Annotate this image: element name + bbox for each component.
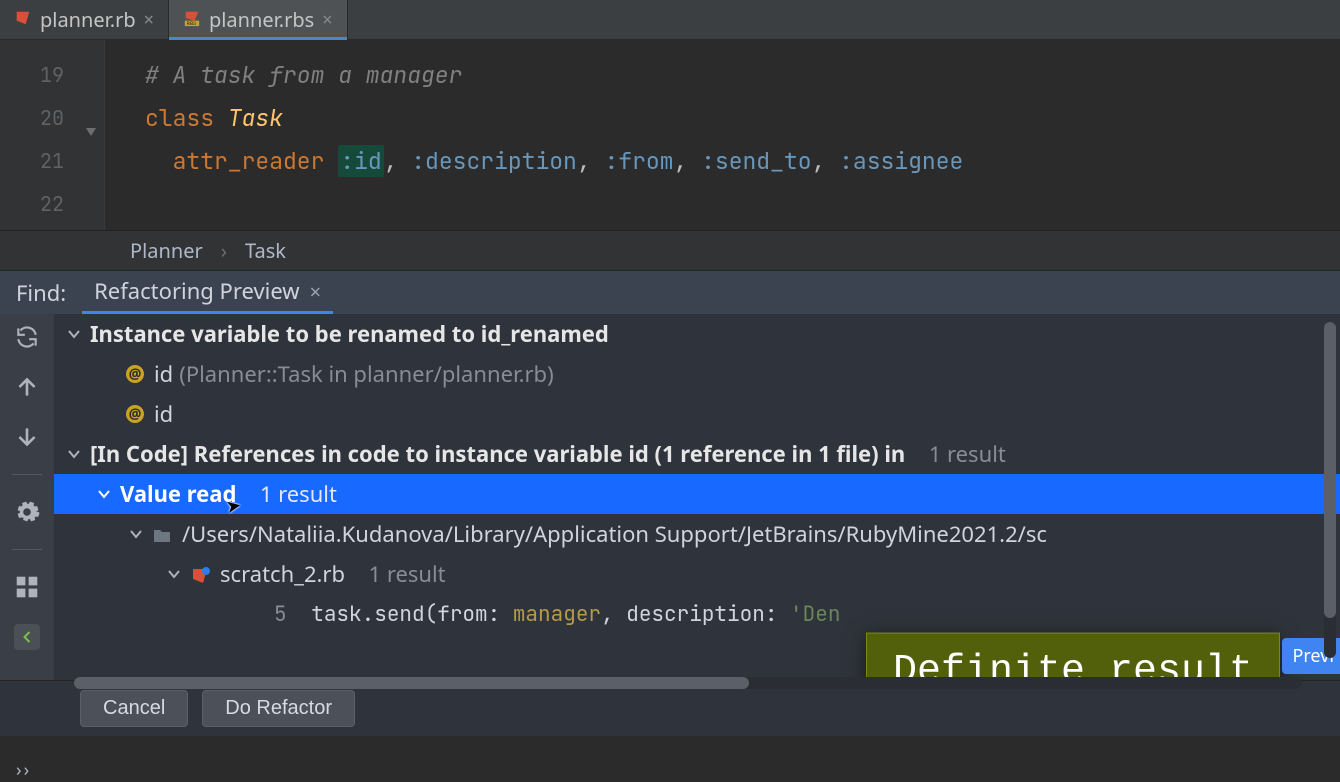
separator (12, 474, 42, 475)
vertical-scrollbar[interactable] (1324, 322, 1336, 658)
svg-text:RBS: RBS (187, 21, 197, 27)
tree-item-value-read[interactable]: Value read 1 result (54, 474, 1340, 514)
heading-text: Instance variable to be renamed to id_re… (90, 319, 609, 349)
at-icon: @ (126, 365, 144, 383)
gutter: 19 20 21 22 (0, 40, 105, 230)
variable-name: id (154, 359, 173, 389)
breadcrumb: Planner › Task (0, 230, 1340, 270)
cancel-button[interactable]: Cancel (80, 690, 188, 727)
fold-icon[interactable] (84, 112, 98, 126)
chevron-down-icon[interactable] (94, 487, 114, 501)
usage-code: task.send(from: manager, description: 'D… (311, 601, 840, 628)
section-text: [In Code] References in code to instance… (90, 439, 905, 469)
usage-tree[interactable]: Instance variable to be renamed to id_re… (54, 314, 1340, 680)
find-tab-refactoring-preview[interactable]: Refactoring Preview × (82, 271, 333, 314)
close-icon[interactable]: × (322, 8, 332, 32)
usage-line-number: 5 (274, 601, 287, 628)
ruby-file-icon (190, 559, 214, 589)
rbs-file-icon: RBS (183, 6, 201, 33)
chevron-down-icon[interactable] (126, 527, 146, 541)
code-keyword: class (145, 103, 214, 133)
scrollbar-thumb[interactable] (1324, 322, 1336, 618)
refresh-icon[interactable] (14, 324, 40, 350)
horizontal-scrollbar[interactable] (74, 677, 1302, 689)
editor-tabs: planner.rb × RBS planner.rbs × (0, 0, 1340, 40)
tab-planner-rb[interactable]: planner.rb × (0, 0, 169, 39)
chevron-down-icon[interactable] (64, 327, 84, 341)
find-tab-label: Refactoring Preview (94, 276, 299, 306)
value-read-label: Value read (120, 479, 236, 509)
do-refactor-button[interactable]: Do Refactor (202, 690, 355, 727)
separator (12, 549, 42, 550)
variable-name: id (154, 399, 173, 429)
code-comment: # A task from a manager (145, 60, 462, 90)
tree-item-usage[interactable]: 5 task.send(from: manager, description: … (54, 594, 1340, 634)
code-keyword: attr_reader (173, 146, 325, 176)
line-number: 22 (0, 183, 104, 226)
breadcrumb-item[interactable]: Task (245, 237, 286, 264)
folder-icon (152, 519, 176, 549)
panel-footer: Cancel Do Refactor (0, 680, 1340, 736)
tree-heading[interactable]: Instance variable to be renamed to id_re… (54, 314, 1340, 354)
tab-label: planner.rbs (209, 6, 314, 33)
tree-item-variable[interactable]: @ id (54, 394, 1340, 434)
scrollbar-thumb[interactable] (74, 677, 749, 689)
close-icon[interactable]: × (144, 8, 154, 32)
find-label: Find: (0, 278, 82, 308)
tooltip-definite-result: Definite result (866, 633, 1280, 680)
ruby-file-icon (14, 6, 32, 33)
chevron-right-icon: › (221, 237, 227, 264)
arrow-down-icon[interactable] (14, 424, 40, 450)
tree-item-file[interactable]: scratch_2.rb 1 result (54, 554, 1340, 594)
panel-toolbar: ›› (0, 314, 54, 680)
back-icon[interactable] (14, 624, 40, 650)
refactoring-preview-panel: ›› Instance variable to be renamed to id… (0, 314, 1340, 680)
code-classname: Task (228, 103, 283, 133)
file-count: 1 result (369, 559, 446, 589)
code-editor[interactable]: 19 20 21 22 # A task from a manager clas… (0, 40, 1340, 230)
chevron-down-icon[interactable] (64, 447, 84, 461)
variable-detail: (Planner::Task in planner/planner.rb) (179, 359, 553, 389)
value-read-count: 1 result (260, 479, 337, 509)
tree-item-folder[interactable]: /Users/Nataliia.Kudanova/Library/Applica… (54, 514, 1340, 554)
line-number: 21 (0, 140, 104, 183)
tree-section-references[interactable]: [In Code] References in code to instance… (54, 434, 1340, 474)
tree-item-variable[interactable]: @ id (Planner::Task in planner/planner.r… (54, 354, 1340, 394)
tab-planner-rbs[interactable]: RBS planner.rbs × (169, 0, 348, 39)
tab-label: planner.rb (40, 6, 136, 33)
code-area[interactable]: # A task from a manager class Task attr_… (105, 40, 963, 230)
code-symbol-highlight: :id (338, 145, 383, 177)
layout-icon[interactable] (14, 574, 40, 600)
section-count: 1 result (929, 439, 1006, 469)
find-panel-header: Find: Refactoring Preview × (0, 270, 1340, 314)
line-number: 19 (0, 54, 104, 97)
overflow-icon[interactable]: ›› (16, 758, 31, 782)
gear-icon[interactable] (14, 499, 40, 525)
at-icon: @ (126, 405, 144, 423)
breadcrumb-item[interactable]: Planner (130, 237, 203, 264)
close-icon[interactable]: × (310, 278, 321, 305)
folder-path: /Users/Nataliia.Kudanova/Library/Applica… (182, 519, 1047, 549)
arrow-up-icon[interactable] (14, 374, 40, 400)
line-number: 20 (0, 97, 104, 140)
chevron-down-icon[interactable] (164, 567, 184, 581)
file-name: scratch_2.rb (220, 559, 345, 589)
